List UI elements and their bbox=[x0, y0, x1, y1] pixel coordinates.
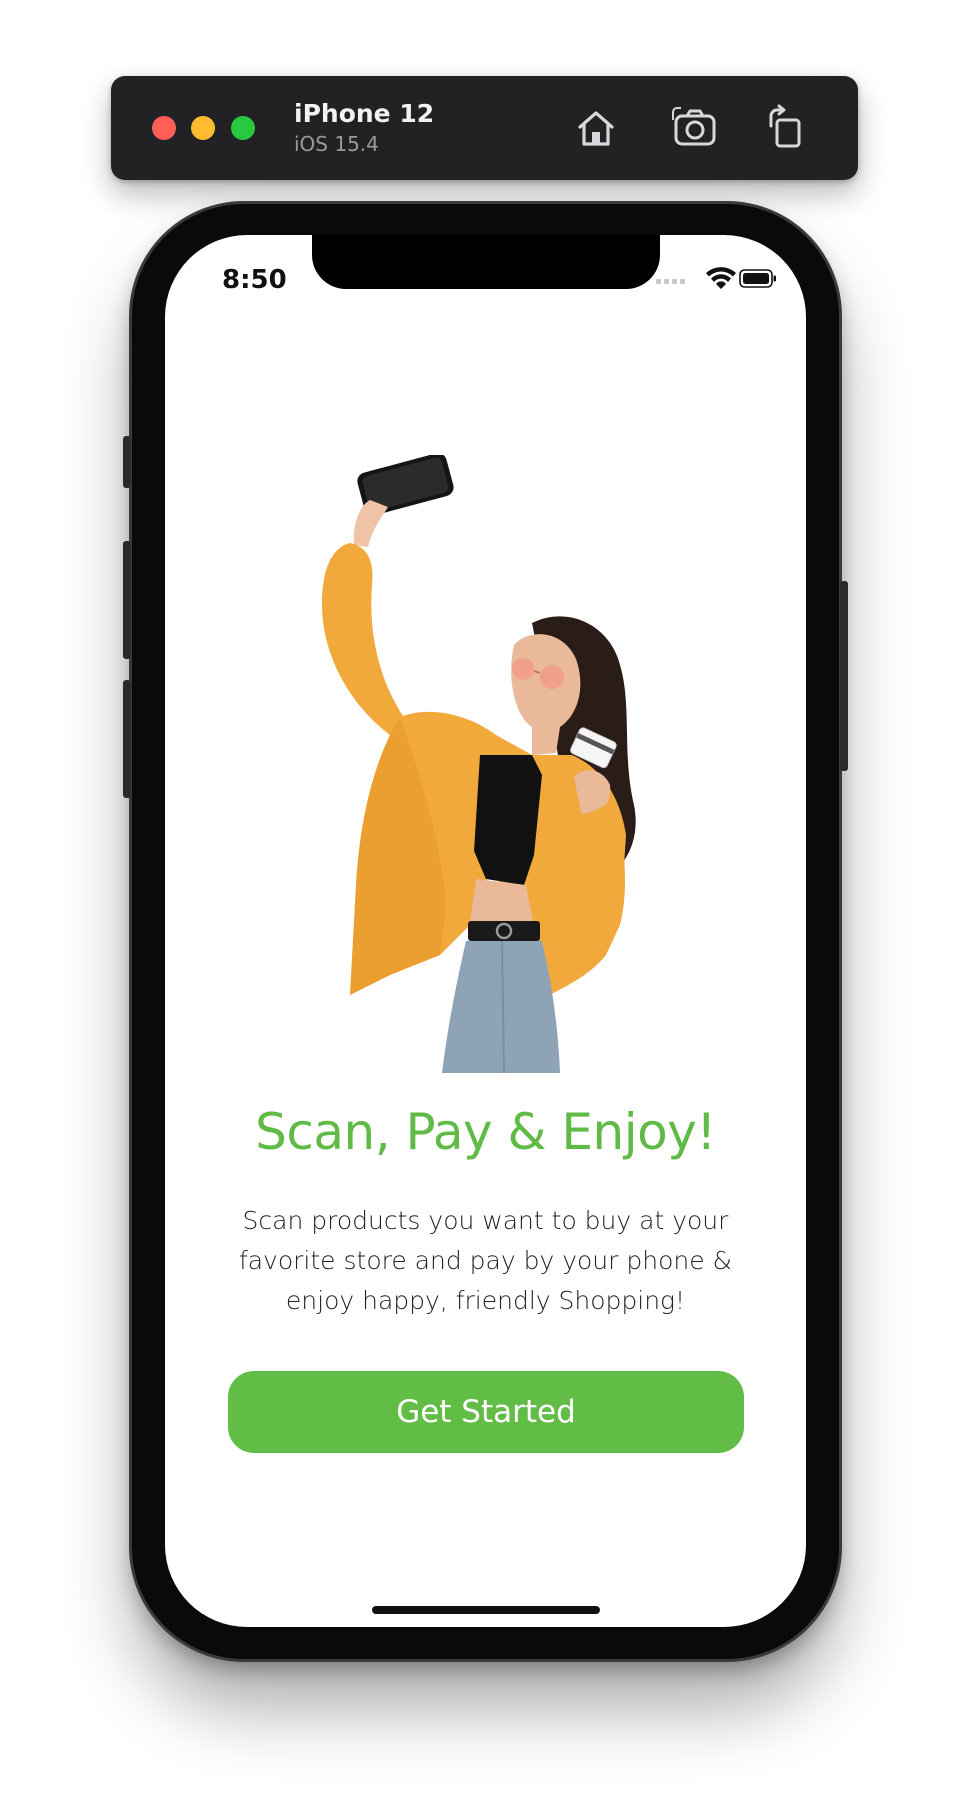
hero-image bbox=[322, 455, 636, 1073]
screenshot-icon[interactable] bbox=[671, 104, 719, 152]
wifi-icon bbox=[706, 267, 736, 289]
get-started-button[interactable]: Get Started bbox=[228, 1371, 744, 1453]
volume-down-button bbox=[123, 680, 131, 798]
simulator-toolbar: iPhone 12 iOS 15.4 bbox=[111, 76, 858, 180]
home-icon[interactable] bbox=[572, 104, 620, 152]
zoom-window-button[interactable] bbox=[231, 116, 255, 140]
onboarding-description: Scan products you want to buy at your fa… bbox=[238, 1206, 733, 1315]
mute-switch bbox=[123, 436, 131, 488]
rotate-icon[interactable] bbox=[761, 104, 809, 152]
os-version: iOS 15.4 bbox=[294, 132, 379, 156]
signal-icon bbox=[656, 279, 685, 284]
notch bbox=[312, 235, 660, 289]
onboarding-title: Scan, Pay & Enjoy! bbox=[255, 1103, 716, 1161]
volume-up-button bbox=[123, 541, 131, 659]
close-window-button[interactable] bbox=[152, 116, 176, 140]
device-name: iPhone 12 bbox=[294, 99, 435, 128]
status-icons bbox=[656, 267, 776, 289]
home-indicator[interactable] bbox=[372, 1606, 600, 1614]
status-time: 8:50 bbox=[222, 265, 287, 295]
minimize-window-button[interactable] bbox=[191, 116, 215, 140]
power-button bbox=[840, 581, 848, 771]
battery-icon bbox=[739, 269, 776, 288]
phone-screen: 8:50 Scan, Pay & Enjoy! Scan products yo… bbox=[165, 235, 806, 1627]
